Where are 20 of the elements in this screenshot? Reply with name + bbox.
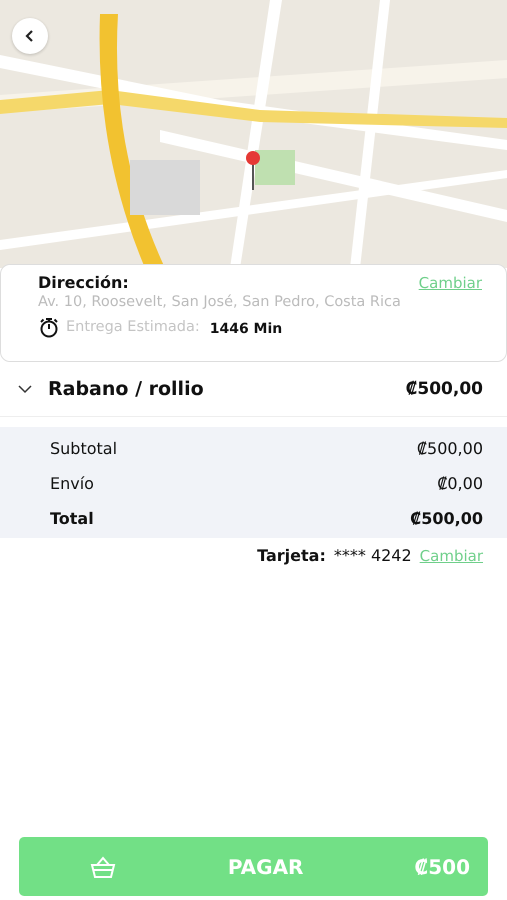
change-address-link[interactable]: Cambiar	[418, 274, 482, 292]
eta-value: 1446 Min	[210, 321, 282, 337]
chevron-icon[interactable]	[18, 384, 32, 394]
item-name: Rabano / rollio	[48, 378, 205, 400]
summary-value: ₡0,00	[437, 474, 483, 493]
summary-value: ₡500,00	[416, 439, 483, 458]
summary-label: Total	[50, 509, 94, 528]
address-label: Dirección:	[38, 273, 129, 292]
basket-icon	[89, 854, 117, 878]
pay-button[interactable]: PAGAR ₡500	[19, 837, 488, 896]
summary-label: Subtotal	[50, 439, 118, 458]
stopwatch-icon	[38, 316, 60, 338]
item-price: ₡500,00	[406, 379, 483, 399]
address-text: Av. 10, Roosevelt, San José, San Pedro, Costa Rica	[38, 294, 402, 310]
card-label: Tarjeta:	[257, 546, 326, 565]
summary-label: Envío	[50, 474, 94, 493]
summary-value: ₡500,00	[410, 509, 483, 528]
card-number: **** 4242	[334, 546, 412, 565]
change-card-link[interactable]: Cambiar	[420, 547, 483, 565]
eta-label: Entrega Estimada:	[66, 319, 200, 335]
